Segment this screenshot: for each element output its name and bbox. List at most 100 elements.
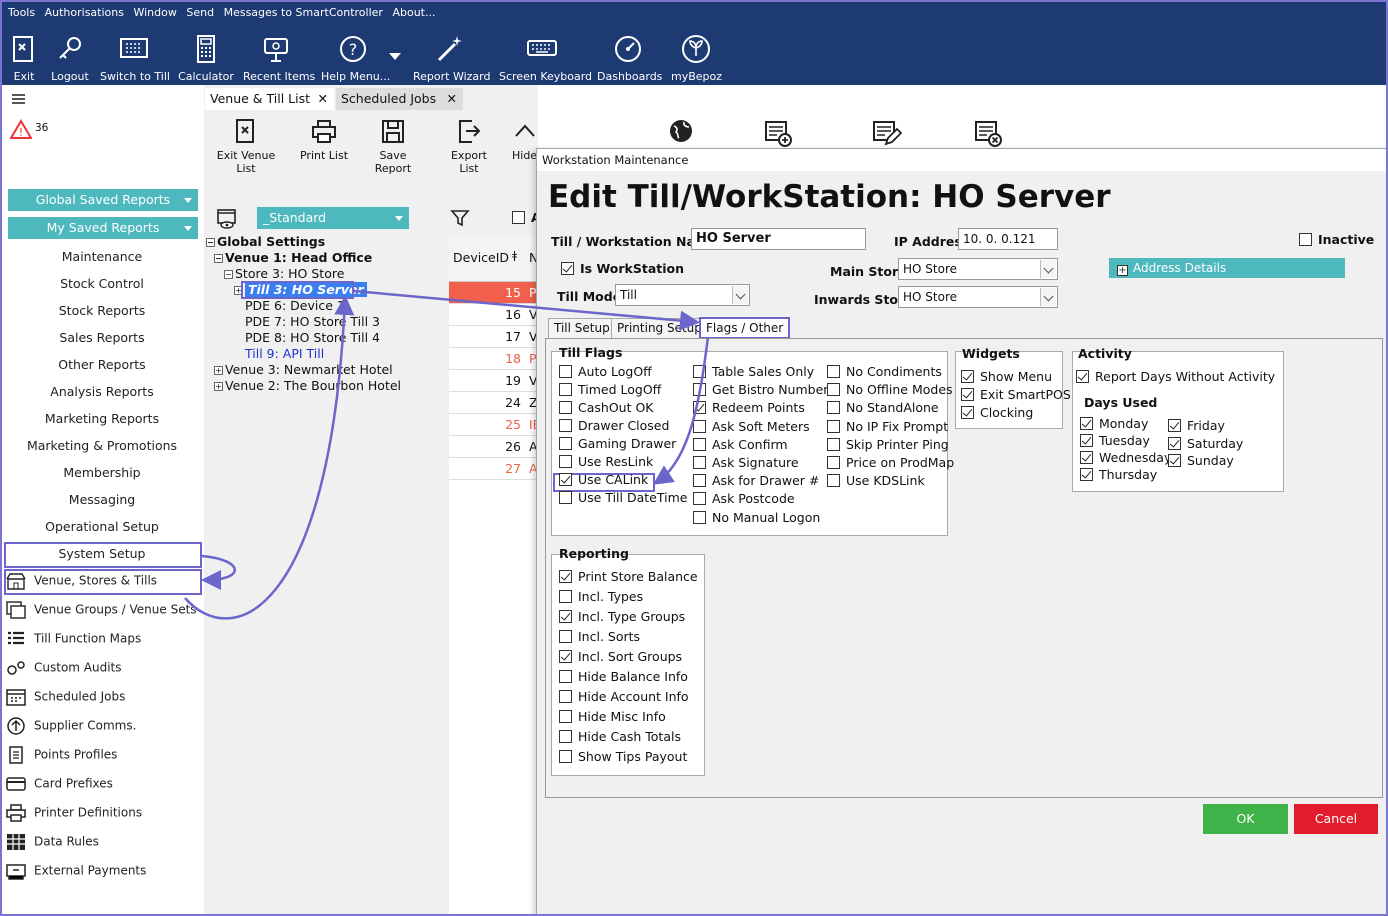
globe-icon[interactable] [668,118,694,144]
hamburger-menu-icon[interactable] [12,94,25,104]
till-flag-checkbox[interactable]: No StandAlone [827,401,939,415]
nav-operational-setup[interactable]: Operational Setup [0,519,204,534]
nav-marketing-promotions[interactable]: Marketing & Promotions [0,438,204,453]
workstation-name-input[interactable]: HO Server [691,228,866,250]
till-flag-checkbox[interactable]: Ask for Drawer # [693,474,819,488]
table-row[interactable]: 16 V [449,304,539,326]
my-saved-reports-dropdown[interactable]: My Saved Reports [8,217,198,239]
close-icon[interactable]: ✕ [318,88,328,110]
till-flag-checkbox[interactable]: Redeem Points [693,401,805,415]
reporting-checkbox[interactable]: Hide Cash Totals [559,730,681,744]
sub-supplier-comms[interactable]: Supplier Comms. [6,717,136,735]
main-store-select[interactable]: HO Store [898,258,1058,280]
sub-venue-groups[interactable]: Venue Groups / Venue Sets [6,601,197,619]
sub-data-rules[interactable]: Data Rules [6,833,99,851]
day-checkbox[interactable]: Tuesday [1080,434,1150,448]
tree-till-9[interactable]: Till 9: API Till [245,346,324,361]
day-checkbox[interactable]: Sunday [1168,454,1234,468]
col-deviceid[interactable]: DeviceID [453,250,509,265]
menu-messages[interactable]: Messages to SmartController [224,6,383,19]
till-flag-checkbox[interactable]: No IP Fix Prompt [827,419,948,434]
filter-icon[interactable] [450,208,470,228]
reporting-checkbox[interactable]: Hide Misc Info [559,710,666,724]
till-mode-select[interactable]: Till [615,284,750,306]
table-row[interactable]: 26 A [449,436,539,458]
sub-printer-definitions[interactable]: Printer Definitions [6,804,142,822]
nav-marketing-reports[interactable]: Marketing Reports [0,411,204,426]
menu-window[interactable]: Window [133,6,176,19]
nav-analysis-reports[interactable]: Analysis Reports [0,384,204,399]
mybepoz-button[interactable]: myBepoz [671,34,722,83]
nav-messaging[interactable]: Messaging [0,492,204,507]
till-flag-checkbox[interactable]: Ask Postcode [693,492,795,506]
warning-icon[interactable]: ! [10,119,32,139]
inactive-checkbox[interactable]: Inactive [1299,233,1374,247]
cancel-button[interactable]: Cancel [1294,804,1378,834]
table-row[interactable]: 27 A [449,458,539,480]
reporting-checkbox[interactable]: Hide Account Info [559,690,689,704]
sub-card-prefixes[interactable]: Card Prefixes [6,775,113,793]
dashboards-button[interactable]: Dashboards [597,34,662,83]
reporting-checkbox[interactable]: Incl. Sort Groups [559,650,682,664]
till-flag-checkbox[interactable]: Ask Confirm [693,437,788,452]
tab-printing-setup[interactable]: Printing Setup [611,318,708,338]
day-checkbox[interactable]: Friday [1168,419,1225,433]
address-details-expander[interactable]: + Address Details [1109,258,1345,278]
till-flag-checkbox[interactable]: Use CALink [559,473,648,487]
table-row[interactable]: 18 P [449,348,539,370]
table-row[interactable]: 24 Z [449,392,539,414]
report-wizard-button[interactable]: Report Wizard [413,34,490,83]
tree-pde-8[interactable]: PDE 8: HO Store Till 4 [245,330,380,345]
widget-checkbox[interactable]: Clocking [961,406,1033,420]
table-row[interactable]: 15 P [449,282,539,304]
menu-authorisations[interactable]: Authorisations [45,6,124,19]
till-flag-checkbox[interactable]: Use KDSLink [827,474,925,488]
screen-keyboard-button[interactable]: Screen Keyboard [499,34,592,83]
close-icon[interactable]: ✕ [447,88,457,110]
till-flag-checkbox[interactable]: Price on ProdMap [827,456,954,470]
reporting-checkbox[interactable]: Incl. Types [559,590,643,604]
nav-stock-control[interactable]: Stock Control [0,276,204,291]
view-icon[interactable] [216,208,238,230]
till-flag-checkbox[interactable]: Ask Soft Meters [693,419,810,434]
help-menu-button[interactable]: ? Help Menu... [321,34,390,83]
nav-stock-reports[interactable]: Stock Reports [0,303,204,318]
till-flag-checkbox[interactable]: Drawer Closed [559,419,669,433]
print-list-button[interactable]: Print List [298,118,350,162]
tab-till-setup[interactable]: Till Setup [548,318,616,338]
report-days-checkbox[interactable]: Report Days Without Activity [1076,370,1275,384]
tree-pde-6[interactable]: PDE 6: Device 1 [245,298,345,313]
save-report-button[interactable]: Save Report [361,118,425,175]
sub-external-payments[interactable]: External Payments [6,862,146,880]
table-row[interactable]: 19 V [449,370,539,392]
help-dropdown-chevron-icon[interactable] [389,53,401,60]
reporting-checkbox[interactable]: Incl. Type Groups [559,610,685,624]
till-flag-checkbox[interactable]: Use Till DateTime [559,491,687,505]
widget-checkbox[interactable]: Exit SmartPOS [961,388,1071,402]
sub-points-profiles[interactable]: Points Profiles [6,746,117,764]
calculator-button[interactable]: Calculator [178,34,234,83]
add-list-icon[interactable] [764,120,794,148]
day-checkbox[interactable]: Saturday [1168,436,1243,451]
reporting-checkbox[interactable]: Show Tips Payout [559,750,687,764]
logout-button[interactable]: Logout [50,34,90,83]
edit-list-icon[interactable] [872,120,902,148]
till-flag-checkbox[interactable]: Timed LogOff [559,383,661,397]
reporting-checkbox[interactable]: Incl. Sorts [559,630,640,644]
tab-venue-till-list[interactable]: Venue & Till List ✕ [205,88,334,110]
tab-flags-other[interactable]: Flags / Other [699,317,791,339]
tree-venue-2[interactable]: + Venue 2: The Bourbon Hotel [214,378,401,393]
table-row[interactable]: 17 V [449,326,539,348]
switch-to-till-button[interactable]: Switch to Till [100,34,170,83]
tree-venue-1[interactable]: − Venue 1: Head Office [214,250,372,265]
till-flag-checkbox[interactable]: Auto LogOff [559,365,652,379]
till-flag-checkbox[interactable]: Table Sales Only [693,365,814,379]
nav-sales-reports[interactable]: Sales Reports [0,330,204,345]
till-flag-checkbox[interactable]: Skip Printer Ping [827,437,949,452]
exit-button[interactable]: Exit [9,34,39,83]
tab-scheduled-jobs[interactable]: Scheduled Jobs ✕ [336,88,463,110]
till-flag-checkbox[interactable]: Use ResLink [559,455,653,469]
ip-address-input[interactable]: 10. 0. 0.121 [958,228,1058,250]
is-workstation-checkbox[interactable]: Is WorkStation [561,262,684,276]
till-flag-checkbox[interactable]: Ask Signature [693,456,799,470]
